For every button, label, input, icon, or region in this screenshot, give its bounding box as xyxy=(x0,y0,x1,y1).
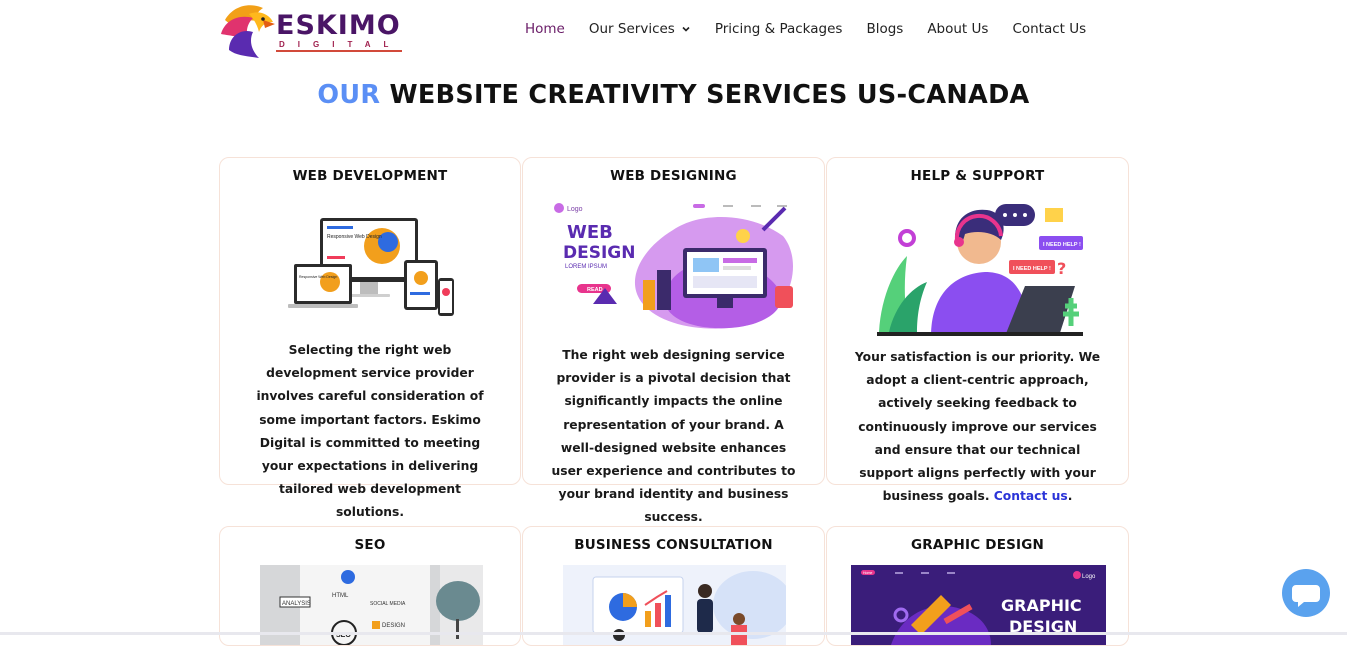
responsive-devices-illustration: Responsive Web Design Responsive Web Des… xyxy=(288,218,454,316)
card-title: BUSINESS CONSULTATION xyxy=(574,537,773,553)
nav-our-services-label: Our Services xyxy=(588,21,675,37)
site-header: ESKIMO DIGITAL Home Our Services Pricing… xyxy=(0,0,1347,66)
service-card-help-support: HELP & SUPPORT I NEED HELP ! I NEED HELP… xyxy=(826,157,1129,503)
nav-contact-us[interactable]: Contact Us xyxy=(1012,21,1086,37)
help-bubble-1: I NEED HELP ! xyxy=(1043,242,1081,248)
service-card-graphic-design: GRAPHIC DESIGN Home Logo GRAPHIC DESIGN xyxy=(826,526,1129,646)
page-title: OUR WEBSITE CREATIVITY SERVICES US-CANAD… xyxy=(0,80,1347,110)
graphic-logo-text: Logo xyxy=(1082,574,1096,580)
nav-blogs-label: Blogs xyxy=(866,21,904,37)
card-description: The right web designing service provider… xyxy=(551,348,796,525)
card-title: SEO xyxy=(354,537,386,553)
card-description-text: Your satisfaction is our priority. We ad… xyxy=(854,350,1101,504)
support-agent-illustration: I NEED HELP ! I NEED HELP ! ? xyxy=(877,204,1083,336)
nav-pricing-label: Pricing & Packages xyxy=(714,21,843,37)
service-card-business-consultation: BUSINESS CONSULTATION xyxy=(522,526,825,646)
card-title: WEB DESIGNING xyxy=(610,168,737,184)
page-title-rest: WEBSITE CREATIVITY SERVICES US-CANADA xyxy=(389,80,1030,110)
chat-widget-button[interactable] xyxy=(1282,569,1330,617)
service-card-web-development: WEB DEVELOPMENT Responsive Web Design Re… xyxy=(219,157,521,519)
seo-word-html: HTML xyxy=(332,593,349,599)
nav-contact-label: Contact Us xyxy=(1012,21,1087,37)
help-bubble-2: I NEED HELP ! xyxy=(1013,266,1051,272)
logo-underline xyxy=(276,50,402,52)
monitor-heading: Responsive Web Design xyxy=(327,234,382,240)
phoenix-logo-icon xyxy=(221,5,275,58)
nav-pricing-packages[interactable]: Pricing & Packages xyxy=(715,21,843,37)
contact-us-link[interactable]: Contact us xyxy=(994,489,1068,503)
service-card-seo: SEO ANALYSIS HTML SOCIAL MEDIA SEO DESIG… xyxy=(219,526,521,646)
nav-about-label: About Us xyxy=(927,21,989,37)
question-mark-icon: ? xyxy=(1057,259,1066,278)
card-description-end: . xyxy=(1067,489,1073,504)
nav-about-us[interactable]: About Us xyxy=(927,21,988,37)
design-read-button: READ xyxy=(587,287,603,293)
nav-home-label: Home xyxy=(525,21,565,37)
logo-subtitle: DIGITAL xyxy=(279,40,402,49)
graphic-heading-1: GRAPHIC xyxy=(1001,596,1082,615)
card-title: HELP & SUPPORT xyxy=(910,168,1045,184)
card-description: Your satisfaction is our priority. We ad… xyxy=(827,346,1128,508)
nav-blogs[interactable]: Blogs xyxy=(866,21,903,37)
chat-bubble-icon xyxy=(1292,585,1320,607)
nav-our-services[interactable]: Our Services xyxy=(589,21,691,37)
page-title-highlight: OUR xyxy=(317,80,381,110)
seo-word-design: DESIGN xyxy=(382,623,405,629)
card-title: WEB DEVELOPMENT xyxy=(292,168,448,184)
logo-wordmark: ESKIMO xyxy=(276,10,401,41)
card-description: Selecting the right web development serv… xyxy=(256,343,484,520)
seo-word-analysis: ANALYSIS xyxy=(282,601,311,607)
web-design-illustration: Logo WEB DESIGN LOREM IPSUM READ xyxy=(554,203,793,329)
design-heading-web: WEB xyxy=(567,222,613,243)
seo-word-social: SOCIAL MEDIA xyxy=(370,601,406,607)
design-sub: LOREM IPSUM xyxy=(565,264,607,270)
card-title: GRAPHIC DESIGN xyxy=(910,537,1045,553)
graphic-nav-home: Home xyxy=(863,571,872,575)
main-nav: Home Our Services Pricing & Packages Blo… xyxy=(525,21,1110,37)
nav-home[interactable]: Home xyxy=(525,21,565,37)
chevron-down-icon xyxy=(682,26,690,32)
design-heading-design: DESIGN xyxy=(563,243,635,263)
site-logo[interactable]: ESKIMO DIGITAL xyxy=(219,0,409,64)
service-card-web-designing: WEB DESIGNING Logo WEB DESIGN LOREM IPSU… xyxy=(522,157,825,524)
laptop-heading: Responsive Web Design xyxy=(299,275,337,279)
design-logo-text: Logo xyxy=(567,206,583,213)
